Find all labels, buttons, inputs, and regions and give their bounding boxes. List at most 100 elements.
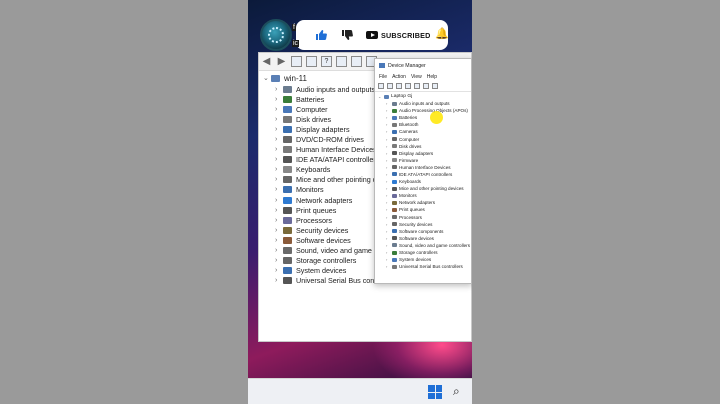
front-tree-root[interactable]: ⌄ Laptop Gj: [378, 93, 471, 100]
overlay-bar: SUBSCRIBED 🔔 f ic: [248, 14, 472, 58]
tree-item[interactable]: › Keyboards: [378, 178, 471, 185]
device-category-icon: [392, 151, 397, 156]
tree-item[interactable]: › Network adapters: [378, 199, 471, 206]
chevron-right-icon[interactable]: ›: [275, 267, 283, 274]
chevron-right-icon[interactable]: ›: [275, 186, 283, 193]
tree-item-label: Batteries: [296, 94, 325, 104]
tree-item-label: Monitors: [296, 185, 324, 195]
tree-item[interactable]: › Security devices: [378, 221, 471, 228]
menu-action[interactable]: Action: [392, 74, 406, 80]
tree-item-label: Computer: [296, 104, 328, 114]
chevron-right-icon[interactable]: ›: [275, 156, 283, 163]
tree-item[interactable]: › Audio Processing Objects (APOs): [378, 107, 471, 114]
channel-avatar[interactable]: [260, 19, 292, 51]
chevron-right-icon[interactable]: ›: [275, 237, 283, 244]
tree-item[interactable]: › Batteries: [378, 114, 471, 121]
tree-item[interactable]: › Storage controllers: [378, 249, 471, 256]
tree-item[interactable]: › Disk drives: [378, 143, 471, 150]
tree-item[interactable]: › Computer: [378, 135, 471, 142]
dislike-button[interactable]: [334, 24, 360, 46]
device-category-icon: [283, 236, 292, 244]
tree-item-label: Audio inputs and outputs: [399, 101, 450, 107]
video-frame: ◀ ▶ ? ⌄ win-11 › Audio inputs and outputs…: [248, 0, 472, 404]
properties-icon[interactable]: [396, 83, 402, 89]
device-category-icon: [392, 137, 397, 142]
tree-item[interactable]: › Processors: [378, 214, 471, 221]
subscribe-button[interactable]: SUBSCRIBED: [366, 31, 431, 40]
device-category-icon: [392, 101, 397, 106]
chevron-right-icon[interactable]: ›: [275, 136, 283, 143]
device-category-icon: [392, 193, 397, 198]
like-button[interactable]: [308, 24, 334, 46]
tree-item-label: Software devices: [296, 235, 351, 245]
forward-icon[interactable]: [387, 83, 393, 89]
tree-item[interactable]: › System devices: [378, 256, 471, 263]
chevron-right-icon[interactable]: ›: [275, 247, 283, 254]
tree-item[interactable]: › Firmware: [378, 157, 471, 164]
back-icon[interactable]: [378, 83, 384, 89]
device-category-icon: [392, 236, 397, 241]
tree-item[interactable]: › Cameras: [378, 128, 471, 135]
tree-item-label: DVD/CD-ROM drives: [296, 135, 364, 145]
tree-item[interactable]: › Audio inputs and outputs: [378, 100, 471, 107]
tree-item-label: Monitors: [399, 193, 417, 199]
chevron-right-icon[interactable]: ›: [275, 207, 283, 214]
window-title: Device Manager: [388, 62, 426, 69]
windows-start-icon[interactable]: [428, 385, 442, 399]
bell-icon[interactable]: 🔔: [435, 27, 449, 40]
chevron-right-icon[interactable]: ›: [275, 217, 283, 224]
chevron-right-icon[interactable]: ›: [275, 146, 283, 153]
tree-item[interactable]: › Display adapters: [378, 150, 471, 157]
tree-item-label: Security devices: [399, 221, 433, 227]
device-category-icon: [392, 186, 397, 191]
chevron-right-icon[interactable]: ›: [275, 257, 283, 264]
tree-item[interactable]: › Bluetooth: [378, 121, 471, 128]
chevron-right-icon[interactable]: ›: [275, 96, 283, 103]
device-category-icon: [392, 172, 397, 177]
tree-item-label: Display adapters: [399, 150, 434, 156]
device-category-icon: [283, 226, 292, 234]
tree-item-label: Universal Serial Bus controllers: [399, 264, 463, 270]
tree-item[interactable]: › Monitors: [378, 192, 471, 199]
device-category-icon: [392, 229, 397, 234]
device-category-icon: [392, 215, 397, 220]
chevron-right-icon[interactable]: ›: [275, 166, 283, 173]
chevron-right-icon[interactable]: ›: [275, 176, 283, 183]
chevron-right-icon[interactable]: ›: [275, 116, 283, 123]
tree-item[interactable]: › Sound, video and game controllers: [378, 242, 471, 249]
tree-item-label: Human Interface Devices: [296, 145, 377, 155]
device-category-icon: [392, 207, 397, 212]
tree-item-label: System devices: [399, 257, 432, 263]
list-icon[interactable]: [405, 83, 411, 89]
tree-item-label: Disk drives: [399, 143, 422, 149]
tree-item-label: Keyboards: [296, 165, 331, 175]
channel-initial-2: ic: [292, 40, 300, 47]
chevron-right-icon[interactable]: ›: [275, 126, 283, 133]
chevron-right-icon[interactable]: ›: [275, 86, 283, 93]
device-category-icon: [283, 186, 292, 194]
tree-item[interactable]: › Universal Serial Bus controllers: [378, 263, 471, 270]
tree-item[interactable]: › Software components: [378, 228, 471, 235]
tree-item[interactable]: › Software devices: [378, 235, 471, 242]
device-category-icon: [283, 105, 292, 113]
grid-icon[interactable]: [423, 83, 429, 89]
search-icon[interactable]: ⌕: [453, 384, 460, 399]
tree-item[interactable]: › IDE ATA/ATAPI controllers: [378, 171, 471, 178]
device-category-icon: [392, 165, 397, 170]
chevron-right-icon[interactable]: ›: [275, 227, 283, 234]
chevron-right-icon[interactable]: ›: [275, 197, 283, 204]
thumbs-down-icon: [342, 30, 353, 40]
menu-view[interactable]: View: [411, 74, 422, 80]
device-category-icon: [392, 222, 397, 227]
menu-help[interactable]: Help: [427, 74, 437, 80]
monitor-icon[interactable]: [432, 83, 438, 89]
tree-item[interactable]: › Mice and other pointing devices: [378, 185, 471, 192]
help-icon[interactable]: [414, 83, 420, 89]
device-category-icon: [283, 85, 292, 93]
chevron-right-icon[interactable]: ›: [275, 277, 283, 284]
chevron-right-icon[interactable]: ›: [275, 106, 283, 113]
tree-item[interactable]: › Human Interface Devices: [378, 164, 471, 171]
tree-item[interactable]: › Print queues: [378, 206, 471, 213]
menu-file[interactable]: File: [379, 74, 387, 80]
device-category-icon: [392, 122, 397, 127]
